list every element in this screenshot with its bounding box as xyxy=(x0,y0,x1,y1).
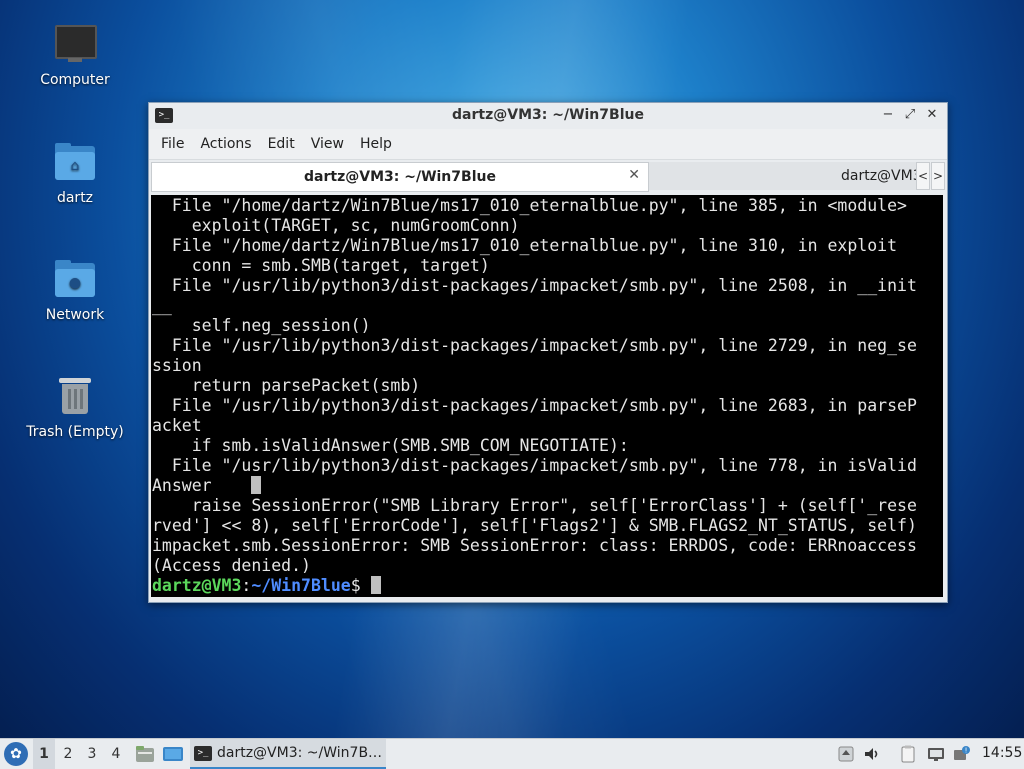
terminal-line: impacket.smb.SessionError: SMB SessionEr… xyxy=(152,536,917,555)
tab-label: dartz@VM3: ~/Win7Blue xyxy=(304,169,496,185)
window-titlebar[interactable]: >_ dartz@VM3: ~/Win7Blue − ⤢ ✕ xyxy=(149,103,947,129)
menu-edit[interactable]: Edit xyxy=(260,136,303,152)
package-updates-icon[interactable] xyxy=(836,744,856,764)
terminal-line: File "/usr/lib/python3/dist-packages/imp… xyxy=(152,396,917,415)
terminal-line: File "/usr/lib/python3/dist-packages/imp… xyxy=(152,336,917,355)
desktop-icon-label: Network xyxy=(45,307,105,323)
home-folder-icon: ⌂ xyxy=(53,140,97,184)
taskbar-terminal-item[interactable]: >_ dartz@VM3: ~/Win7B… xyxy=(190,739,386,769)
terminal-output[interactable]: File "/home/dartz/Win7Blue/ms17_010_eter… xyxy=(151,195,943,597)
desktop-icon-home[interactable]: ⌂ dartz xyxy=(20,140,130,206)
start-menu-icon[interactable]: ✿ xyxy=(4,742,28,766)
workspace-2[interactable]: 2 xyxy=(57,739,79,769)
svg-text:!: ! xyxy=(965,747,968,755)
desktop-icon-trash[interactable]: Trash (Empty) xyxy=(20,374,130,440)
menu-actions[interactable]: Actions xyxy=(192,136,259,152)
terminal-line: ssion xyxy=(152,356,202,375)
tab-scroll-right-button[interactable]: > xyxy=(931,162,945,190)
window-title: dartz@VM3: ~/Win7Blue xyxy=(452,107,644,123)
file-manager-icon[interactable] xyxy=(134,743,156,765)
clipboard-icon[interactable] xyxy=(898,744,918,764)
terminal-line: Answer xyxy=(152,476,212,495)
desktop-icon-label: dartz xyxy=(56,190,94,206)
tab-scroll-left-button[interactable]: < xyxy=(916,162,930,190)
terminal-line: raise SessionError("SMB Library Error", … xyxy=(152,496,917,515)
terminal-line: File "/home/dartz/Win7Blue/ms17_010_eter… xyxy=(152,236,898,255)
prompt-symbol: $ xyxy=(350,576,371,595)
terminal-line: conn = smb.SMB(target, target) xyxy=(152,256,490,275)
tab-label: dartz@VM3: ~/Win7Blue xyxy=(841,168,917,184)
terminal-line: self.neg_session() xyxy=(152,316,371,335)
network-folder-icon: ● xyxy=(53,257,97,301)
terminal-line: return parsePacket(smb) xyxy=(152,376,421,395)
clock[interactable]: 14:55 xyxy=(982,745,1022,761)
prompt-separator: : xyxy=(241,576,252,595)
maximize-button[interactable]: ⤢ xyxy=(901,106,919,124)
desktop-icon-network[interactable]: ● Network xyxy=(20,257,130,323)
workspace-3[interactable]: 3 xyxy=(81,739,103,769)
prompt-path: ~/Win7Blue xyxy=(251,576,351,595)
terminal-app-icon: >_ xyxy=(194,746,212,761)
tab-close-icon[interactable]: ✕ xyxy=(628,167,640,183)
computer-icon xyxy=(53,22,97,66)
menu-view[interactable]: View xyxy=(303,136,352,152)
close-button[interactable]: ✕ xyxy=(923,106,941,124)
text-cursor[interactable] xyxy=(370,576,381,594)
menu-help[interactable]: Help xyxy=(352,136,400,152)
workspace-4[interactable]: 4 xyxy=(105,739,127,769)
terminal-line: File "/home/dartz/Win7Blue/ms17_010_eter… xyxy=(152,196,907,215)
terminal-line: File "/usr/lib/python3/dist-packages/imp… xyxy=(152,456,917,475)
menu-bar: File Actions Edit View Help xyxy=(149,129,947,159)
minimize-button[interactable]: − xyxy=(879,106,897,124)
tab-inactive[interactable]: dartz@VM3: ~/Win7Blue xyxy=(649,162,917,190)
terminal-window: >_ dartz@VM3: ~/Win7Blue − ⤢ ✕ File Acti… xyxy=(148,102,948,603)
terminal-line: acket xyxy=(152,416,202,435)
tab-active[interactable]: dartz@VM3: ~/Win7Blue ✕ xyxy=(151,162,649,192)
stray-cursor-block xyxy=(251,476,262,494)
terminal-line: __ xyxy=(152,296,172,315)
show-desktop-icon[interactable] xyxy=(162,743,184,765)
trash-icon xyxy=(53,374,97,418)
terminal-line: if smb.isValidAnswer(SMB.SMB_COM_NEGOTIA… xyxy=(152,436,629,455)
tab-bar: dartz@VM3: ~/Win7Blue ✕ dartz@VM3: ~/Win… xyxy=(149,159,947,192)
desktop-icon-label: Trash (Empty) xyxy=(26,424,124,440)
network-status-icon[interactable] xyxy=(926,744,946,764)
taskbar: ✿ 1 2 3 4 >_ dartz@VM3: ~/Win7B… ! 14:55 xyxy=(0,738,1024,769)
desktop-icon-label: Computer xyxy=(40,72,110,88)
terminal-line: rved'] << 8), self['ErrorCode'], self['F… xyxy=(152,516,917,535)
volume-icon[interactable] xyxy=(862,744,882,764)
workspace-1[interactable]: 1 xyxy=(33,739,55,769)
terminal-line: (Access denied.) xyxy=(152,556,311,575)
desktop-icon-computer[interactable]: Computer xyxy=(20,22,130,88)
taskbar-item-label: dartz@VM3: ~/Win7B… xyxy=(217,745,383,761)
menu-file[interactable]: File xyxy=(153,136,192,152)
prompt-user: dartz@VM3 xyxy=(152,576,242,595)
notification-icon[interactable]: ! xyxy=(952,744,972,764)
terminal-line: File "/usr/lib/python3/dist-packages/imp… xyxy=(152,276,917,295)
terminal-line: exploit(TARGET, sc, numGroomConn) xyxy=(152,216,520,235)
